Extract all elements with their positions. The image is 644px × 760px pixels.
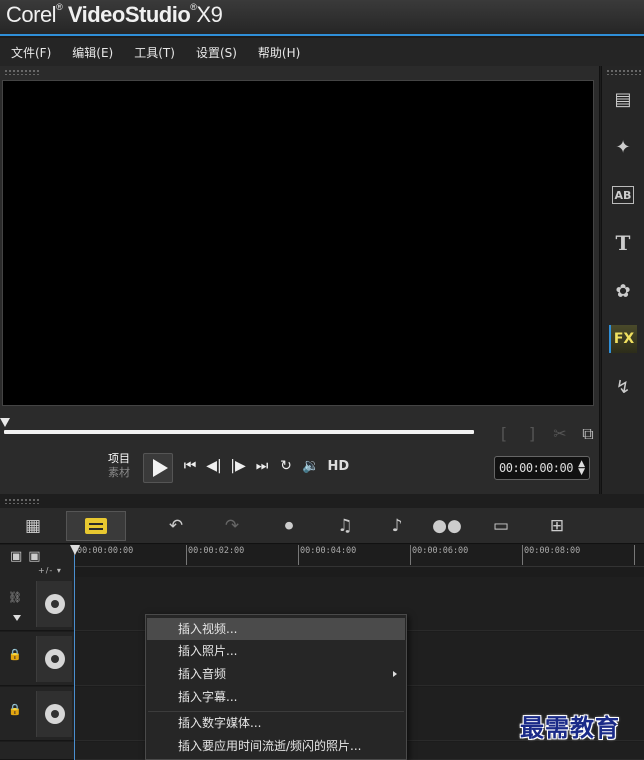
next-frame-icon[interactable]: |▶: [230, 458, 246, 474]
timeline-toolbar: ▦ ↶ ↷ ⏺ ♫ ♪ ●● ▭ ⊞: [0, 508, 644, 544]
film-reel-icon: [44, 704, 65, 724]
library-grip[interactable]: [606, 69, 642, 75]
playback-controls: ⏮ ◀| |▶ ⏭ ↻ 🔉 HD: [182, 458, 349, 474]
link-icon[interactable]: ⛓: [8, 591, 22, 604]
chevron-down-icon[interactable]: [13, 615, 21, 621]
menu-insert-timelapse-photo[interactable]: 插入要应用时间流逝/频闪的照片...: [147, 735, 405, 757]
menu-edit[interactable]: 编辑(E): [61, 44, 123, 61]
menu-insert-photo[interactable]: 插入照片...: [147, 640, 405, 662]
hd-toggle[interactable]: HD: [327, 459, 349, 474]
volume-icon[interactable]: 🔉: [302, 458, 319, 474]
path-icon[interactable]: ↯: [610, 374, 636, 400]
scrubber-handle[interactable]: [0, 418, 10, 427]
ruler-label: 00:00:02:00: [188, 546, 245, 556]
prev-frame-icon[interactable]: ◀|: [206, 458, 222, 474]
transition-icon[interactable]: AB: [612, 186, 634, 204]
menu-help[interactable]: 帮助(H): [247, 44, 310, 61]
timecode-value[interactable]: 00:00:00:00: [499, 461, 573, 475]
ruler-tick: [634, 545, 635, 565]
menu-insert-video[interactable]: 插入视频...: [147, 618, 405, 640]
timecode-spinner[interactable]: ▲ ▼: [578, 460, 585, 477]
track-manager: ▣ ▣ +/- ▾: [0, 545, 74, 577]
overlay-track-header: 🔒 1: [0, 632, 74, 686]
play-button[interactable]: [143, 453, 173, 483]
subtitle-editor-icon[interactable]: ▭: [488, 514, 514, 538]
video-track-button[interactable]: [36, 581, 72, 627]
redo-icon[interactable]: ↷: [220, 514, 244, 538]
scrubber-bar[interactable]: [4, 430, 474, 434]
timeline-grip[interactable]: [4, 498, 40, 504]
playhead-line: [74, 555, 75, 760]
end-icon[interactable]: ⏭: [254, 458, 270, 474]
overlay-track-header: 🔒 2: [0, 687, 74, 741]
zoom-control[interactable]: +/- ▾: [38, 566, 62, 575]
menu-bar: 文件(F) 编辑(E) 工具(T) 设置(S) 帮助(H): [0, 38, 644, 66]
trim-controls: [ ] ✂ ⧉: [496, 424, 596, 444]
menu-tools[interactable]: 工具(T): [123, 44, 185, 61]
ruler-label: 00:00:00:00: [77, 546, 134, 556]
record-capture-icon[interactable]: ⏺: [276, 514, 302, 538]
title-bar: Corel® VideoStudio®X9: [0, 0, 644, 36]
track-manager-icon[interactable]: ▣: [10, 549, 22, 564]
repeat-icon[interactable]: ↻: [278, 458, 294, 474]
library-sidebar: ▤ ✦ AB T ✿ FX ↯: [601, 66, 644, 494]
mark-out-icon[interactable]: ]: [524, 424, 540, 444]
lock-icon[interactable]: 🔒: [8, 703, 22, 716]
auto-music-icon[interactable]: ♪: [384, 514, 410, 538]
film-reel-icon: [44, 594, 65, 614]
play-mode-selector[interactable]: 项目 素材: [108, 452, 130, 480]
menu-settings[interactable]: 设置(S): [185, 44, 247, 61]
overlay-track-header: [0, 742, 74, 760]
instant-project-icon[interactable]: ✦: [610, 134, 636, 160]
submenu-arrow-icon: [393, 671, 397, 677]
ruler-tick: [186, 545, 187, 565]
menu-insert-subtitle[interactable]: 插入字幕...: [147, 686, 405, 708]
ruler-label: 00:00:04:00: [300, 546, 357, 556]
video-track-header: ⛓: [0, 577, 74, 631]
overlay-track-button[interactable]: [36, 636, 72, 682]
lock-icon[interactable]: 🔒: [8, 648, 22, 661]
ruler-label: 00:00:08:00: [524, 546, 581, 556]
menu-insert-digital-media[interactable]: 插入数字媒体...: [147, 712, 405, 734]
graphic-icon[interactable]: ✿: [610, 278, 636, 304]
playhead-marker[interactable]: [70, 545, 80, 555]
app-title: Corel® VideoStudio®X9: [6, 2, 223, 27]
film-reel-icon: [44, 649, 65, 669]
timeline-view-icon[interactable]: [66, 511, 126, 541]
context-menu: 插入视频... 插入照片... 插入音频 插入字幕... 插入数字媒体... 插…: [145, 614, 407, 760]
watermark-logo: 最需教育: [520, 713, 620, 742]
panel-separator[interactable]: [0, 494, 644, 508]
preview-window: [2, 80, 594, 406]
enlarge-preview-icon[interactable]: ⧉: [580, 424, 596, 444]
ruler-label: 00:00:06:00: [412, 546, 469, 556]
title-icon[interactable]: T: [610, 230, 636, 256]
ruler-tick: [298, 545, 299, 565]
undo-icon[interactable]: ↶: [164, 514, 188, 538]
time-ruler[interactable]: 00:00:00:00 00:00:02:00 00:00:04:00 00:0…: [74, 545, 644, 567]
filter-icon[interactable]: FX: [609, 325, 637, 353]
motion-tracking-icon[interactable]: ●●: [432, 514, 462, 538]
ruler-tick: [410, 545, 411, 565]
menu-insert-audio[interactable]: 插入音频: [147, 663, 405, 685]
media-icon[interactable]: ▤: [610, 86, 636, 112]
sound-mixer-icon[interactable]: ♫: [332, 514, 358, 538]
overlay-track-button[interactable]: [36, 691, 72, 737]
multi-camera-icon[interactable]: ⊞: [544, 514, 570, 538]
menu-file[interactable]: 文件(F): [0, 44, 61, 61]
home-icon[interactable]: ⏮: [182, 458, 198, 474]
mode-clip[interactable]: 素材: [108, 466, 130, 480]
storyboard-view-icon[interactable]: ▦: [18, 514, 48, 538]
timecode-field[interactable]: 00:00:00:00 ▲ ▼: [494, 456, 590, 480]
split-clip-icon[interactable]: ✂: [552, 424, 568, 444]
mark-in-icon[interactable]: [: [496, 424, 512, 444]
panel-grip[interactable]: [4, 69, 40, 75]
chapter-icon[interactable]: ▣: [28, 549, 40, 564]
ruler-tick: [522, 545, 523, 565]
play-icon: [152, 459, 168, 477]
mode-project[interactable]: 项目: [108, 452, 130, 466]
